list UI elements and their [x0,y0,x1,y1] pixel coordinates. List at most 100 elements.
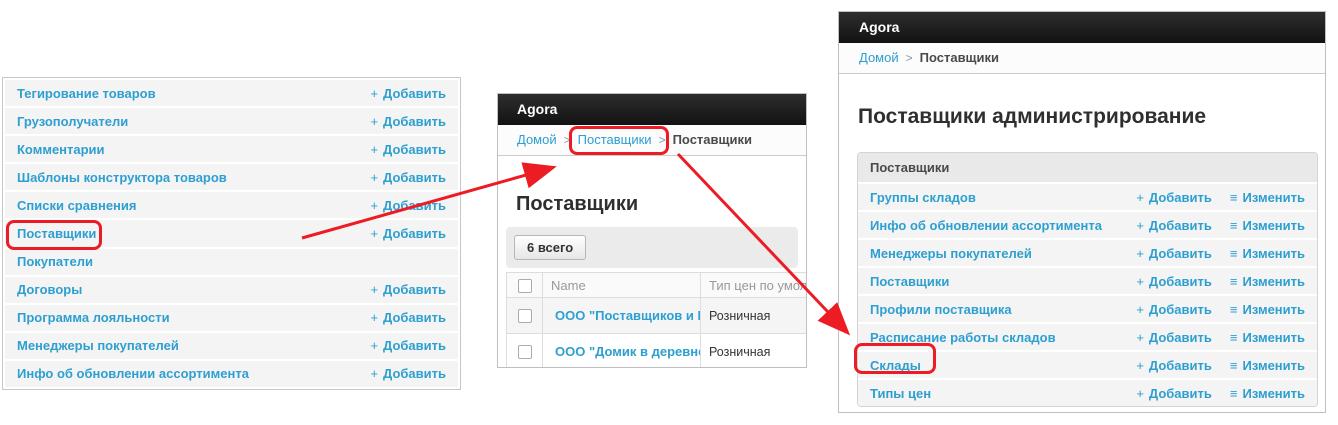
model-link-suppliers[interactable]: Поставщики [17,226,96,241]
plus-icon: + [1136,218,1144,233]
model-link-suppliers[interactable]: Поставщики [870,274,949,289]
add-link[interactable]: +Добавить [1136,358,1212,373]
total-count-button[interactable]: 6 всего [514,235,586,260]
supplier-link[interactable]: ООО "Домик в деревне" [551,344,701,359]
plus-icon: + [1136,386,1144,401]
table-row: ООО "Поставщиков и Ко" Розничная [507,298,808,334]
table-row: Инфо об обновлении ассортимента +Добавит… [5,361,458,387]
add-link[interactable]: +Добавить [370,226,446,241]
add-link[interactable]: +Добавить [370,86,446,101]
table-row: Программа лояльности + Добавить [5,305,458,331]
table-row: Поставщики +Добавить ≡Изменить [858,268,1317,294]
change-link[interactable]: ≡Изменить [1230,218,1305,233]
supplier-link[interactable]: ООО "Поставщиков и Ко" [551,308,701,323]
plus-icon: + [1136,246,1144,261]
add-link[interactable]: +Добавить [1136,274,1212,289]
table-row: Типы цен +Добавить ≡Изменить [858,380,1317,406]
table-row: ООО "Домик в деревне" Розничная [507,334,808,369]
page-title: Поставщики администрирование [858,104,1325,130]
breadcrumb-home-link[interactable]: Домой [859,50,899,65]
change-link-label: Изменить [1242,330,1305,345]
model-link-comparisons[interactable]: Списки сравнения [17,198,136,213]
change-link-label: Изменить [1242,218,1305,233]
add-link[interactable]: +Добавить [370,142,446,157]
add-link[interactable]: +Добавить [370,198,446,213]
model-link-assortment-info[interactable]: Инфо об обновлении ассортимента [17,366,249,381]
model-link-warehouses[interactable]: Склады [870,358,921,373]
model-link-price-types[interactable]: Типы цен [870,386,931,401]
change-link-label: Изменить [1242,190,1305,205]
column-header-name[interactable]: Name [543,273,701,298]
plus-icon: + [370,170,378,185]
add-link[interactable]: +Добавить [370,114,446,129]
plus-icon: + [1136,190,1144,205]
row-checkbox[interactable] [518,309,532,323]
screenshot-canvas: Тегирование товаров +Добавить Грузополуч… [0,0,1338,425]
model-link-supplier-profiles[interactable]: Профили поставщика [870,302,1012,317]
add-link[interactable]: +Добавить [370,338,446,353]
add-link[interactable]: +Добавить [1136,218,1212,233]
add-link[interactable]: +Добавить [370,282,446,297]
row-select-cell [507,334,543,369]
add-link-label: Добавить [383,338,446,353]
price-type-value: Розничная [709,345,770,359]
change-link[interactable]: ≡Изменить [1230,246,1305,261]
add-link[interactable]: +Добавить [1136,330,1212,345]
add-link[interactable]: +Добавить [1136,190,1212,205]
model-link-warehouse-schedule[interactable]: Расписание работы складов [870,330,1056,345]
changelist-content: Поставщики 6 всего Name Тип цен по умолч… [498,192,806,368]
add-link[interactable]: + Добавить [370,170,446,185]
model-link-assortment-info[interactable]: Инфо об обновлении ассортимента [870,218,1102,233]
breadcrumb-current: Поставщики [920,50,999,65]
model-link-templates[interactable]: Шаблоны конструктора товаров [17,170,227,185]
table-row-suppliers: Поставщики +Добавить [5,220,458,246]
model-link-tagging[interactable]: Тегирование товаров [17,86,156,101]
model-link-comments[interactable]: Комментарии [17,142,105,157]
change-link[interactable]: ≡Изменить [1230,302,1305,317]
app-header-bar: Agora [498,94,806,125]
table-row: Шаблоны конструктора товаров + Добавить [5,164,458,190]
select-all-checkbox[interactable] [518,279,532,293]
change-link[interactable]: ≡Изменить [1230,386,1305,401]
change-link[interactable]: ≡Изменить [1230,358,1305,373]
model-link-buyer-managers[interactable]: Менеджеры покупателей [17,338,179,353]
plus-icon: + [370,226,378,241]
row-checkbox[interactable] [518,345,532,359]
table-row: Тегирование товаров +Добавить [5,80,458,106]
plus-icon: + [370,282,378,297]
add-link[interactable]: +Добавить [1136,246,1212,261]
change-lines-icon: ≡ [1230,190,1238,205]
model-link-buyers[interactable]: Покупатели [17,254,93,269]
model-link-buyer-managers[interactable]: Менеджеры покупателей [870,246,1032,261]
table-row: Группы складов +Добавить ≡ Изменить [858,184,1317,210]
table-row: Менеджеры покупателей +Добавить [5,333,458,359]
model-link-warehouse-groups[interactable]: Группы складов [870,190,976,205]
model-link-contracts[interactable]: Договоры [17,282,82,297]
add-link[interactable]: +Добавить [370,366,446,381]
app-title: Agora [517,101,557,117]
model-link-loyalty[interactable]: Программа лояльности [17,310,170,325]
change-link[interactable]: ≡ Изменить [1230,190,1305,205]
change-link[interactable]: ≡Изменить [1230,330,1305,345]
table-row: Комментарии +Добавить [5,136,458,162]
change-link[interactable]: ≡Изменить [1230,274,1305,289]
change-link-label: Изменить [1242,302,1305,317]
app-header-bar: Agora [839,12,1325,43]
change-lines-icon: ≡ [1230,386,1238,401]
add-link-label: Добавить [383,170,446,185]
chevron-separator-icon: > [564,133,571,147]
change-link-label: Изменить [1242,246,1305,261]
plus-icon: + [370,142,378,157]
plus-icon: + [370,310,378,325]
breadcrumb: Домой>Поставщики [839,43,1325,74]
add-link[interactable]: +Добавить [1136,386,1212,401]
add-link[interactable]: + Добавить [370,310,446,325]
table-row-warehouses: Склады +Добавить ≡Изменить [858,352,1317,378]
model-link-consignees[interactable]: Грузополучатели [17,114,128,129]
plus-icon: + [1136,302,1144,317]
add-link[interactable]: +Добавить [1136,302,1212,317]
breadcrumb-suppliers-link[interactable]: Поставщики [578,132,652,147]
column-header-price-type[interactable]: Тип цен по умолчанию [701,273,808,298]
breadcrumb-home-link[interactable]: Домой [517,132,557,147]
add-link-label: Добавить [383,310,446,325]
